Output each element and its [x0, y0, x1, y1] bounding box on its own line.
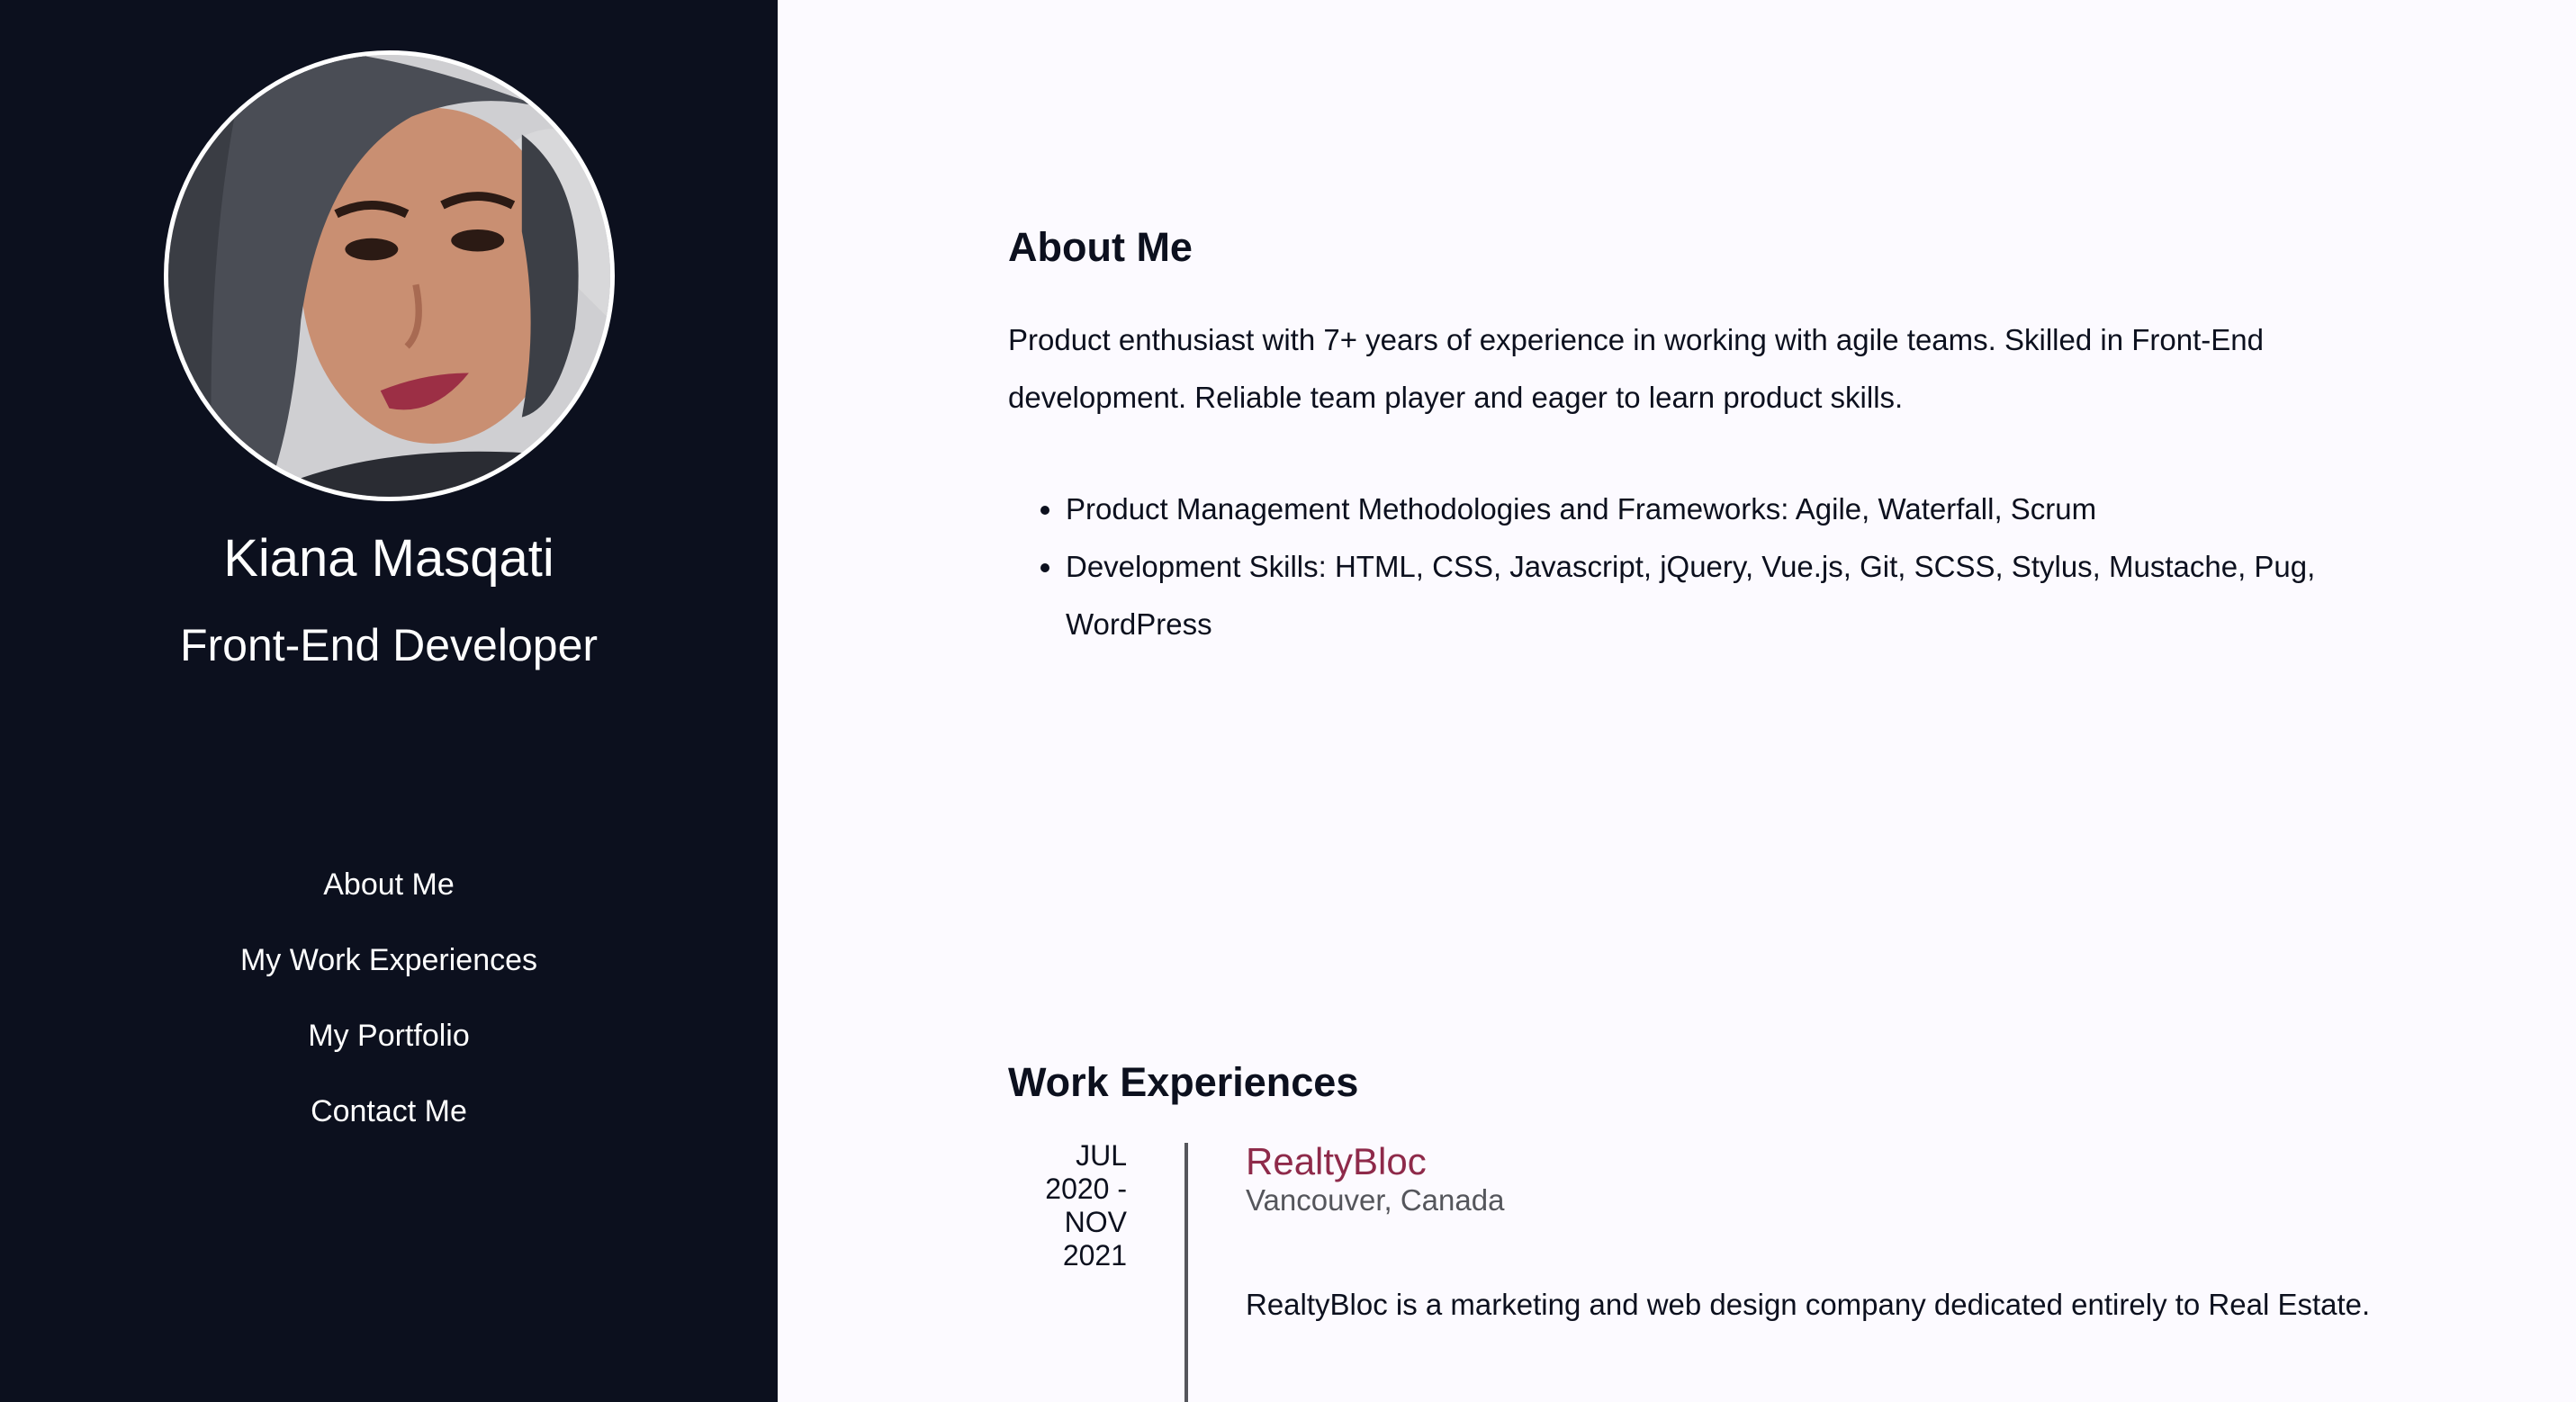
- job-location: Vancouver, Canada: [1246, 1183, 1505, 1217]
- skill-item: Product Management Methodologies and Fra…: [1040, 481, 2344, 538]
- nav-item-contact-me[interactable]: Contact Me: [0, 1092, 778, 1168]
- job-company: RealtyBloc: [1246, 1140, 1427, 1182]
- sidebar-nav: About Me My Work Experiences My Portfoli…: [0, 866, 778, 1168]
- about-title: About Me: [1008, 224, 1193, 270]
- sidebar: Kiana Masqati Front-End Developer About …: [0, 0, 778, 1402]
- skills-list: Product Management Methodologies and Fra…: [1040, 481, 2344, 653]
- profile-photo: [168, 55, 610, 497]
- nav-item-about-me[interactable]: About Me: [0, 866, 778, 941]
- nav-item-portfolio[interactable]: My Portfolio: [0, 1017, 778, 1092]
- nav-item-work-experiences[interactable]: My Work Experiences: [0, 941, 778, 1017]
- profile-role: Front-End Developer: [179, 620, 599, 670]
- job-description: RealtyBloc is a marketing and web design…: [1246, 1288, 2371, 1321]
- avatar: [164, 50, 615, 501]
- job-date: JUL 2020 - NOV 2021: [1045, 1139, 1127, 1272]
- about-paragraph: Product enthusiast with 7+ years of expe…: [1008, 323, 2264, 414]
- timeline-line: [1184, 1143, 1188, 1402]
- profile-name: Kiana Masqati: [223, 529, 554, 588]
- skill-item: Development Skills: HTML, CSS, Javascrip…: [1040, 538, 2344, 653]
- work-title: Work Experiences: [1008, 1059, 1359, 1105]
